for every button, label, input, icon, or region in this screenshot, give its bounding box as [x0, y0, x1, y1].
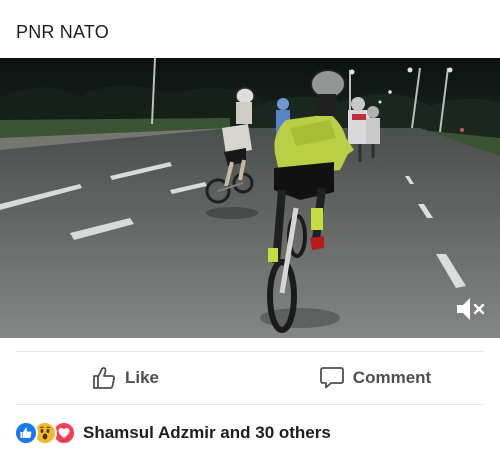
reactions-text: Shamsul Adzmir and 30 others: [83, 423, 331, 442]
thumbs-up-icon: [91, 365, 117, 391]
speaker-muted-icon: [457, 298, 485, 320]
like-button[interactable]: Like: [0, 352, 250, 404]
video-player[interactable]: [0, 58, 500, 338]
divider-bottom: [16, 404, 484, 405]
reaction-icons: [14, 421, 76, 445]
reactions-summary[interactable]: Shamsul Adzmir and 30 others: [14, 419, 331, 447]
post-header: PNR NATO: [0, 0, 500, 58]
post-title: PNR NATO: [16, 22, 109, 42]
speech-bubble-icon: [319, 365, 345, 391]
like-label: Like: [124, 368, 160, 387]
comment-label: Comment: [352, 368, 432, 387]
mute-button[interactable]: [454, 294, 488, 324]
post-actions: Like Comment: [0, 352, 500, 404]
like-reaction-icon: [14, 421, 38, 445]
video-frame: [0, 58, 500, 338]
comment-button[interactable]: Comment: [250, 352, 500, 404]
